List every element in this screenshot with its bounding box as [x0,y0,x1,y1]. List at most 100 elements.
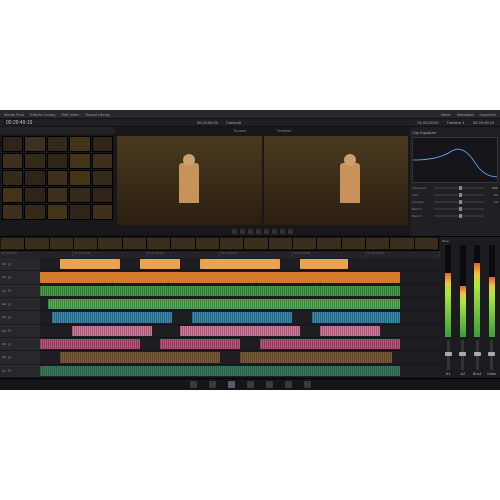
mute-icon[interactable] [8,276,11,279]
source-name: Cameo6 [226,120,241,125]
mute-icon[interactable] [8,316,11,319]
inspector-toggle[interactable]: Inspector [480,112,496,117]
clip-thumbnail[interactable] [24,136,45,152]
timeline-name[interactable]: Timeline 1 [447,120,465,125]
clip-thumbnail[interactable] [92,136,113,152]
stop-button[interactable] [248,229,253,234]
gain-slider[interactable] [434,194,484,196]
loop-button[interactable] [272,229,277,234]
eq-graph[interactable] [412,137,498,183]
eq-controls: Frequency1000 Gain0.0 Q Factor1.0 Band 2… [412,185,498,219]
clip-thumbnail[interactable] [69,204,90,220]
sound-toggle[interactable]: Sound Library [85,112,110,117]
clip-thumbnail[interactable] [47,187,68,203]
clip-thumbnail[interactable] [92,204,113,220]
clips-area[interactable] [40,258,440,378]
effects-toggle[interactable]: Effects Library [30,112,56,117]
band-slider[interactable] [434,215,484,217]
next-button[interactable] [264,229,269,234]
fairlight-page-icon[interactable] [285,381,292,388]
mute-icon[interactable] [8,263,11,266]
mute-icon[interactable] [8,343,11,346]
fader[interactable] [447,340,450,370]
play-reverse-button[interactable] [240,229,245,234]
upper-panels: Source Timeline Clip Equalizer [0,127,500,237]
mixer-toggle[interactable]: Mixer [441,112,451,117]
track-header-a1[interactable]: A1 [0,285,40,298]
fader[interactable] [490,340,493,370]
clip-thumbnail[interactable] [69,170,90,186]
clip-thumbnail[interactable] [47,204,68,220]
mute-icon[interactable] [8,289,11,292]
clip-thumbnail[interactable] [24,153,45,169]
clip-thumbnail[interactable] [24,170,45,186]
edit-page-icon[interactable] [228,381,235,388]
clip-thumbnail[interactable] [2,187,23,203]
clip-thumbnail[interactable] [24,204,45,220]
timeline-panel: 01:00:00:0001:05:00:0001:10:00:0001:15:0… [0,237,440,378]
clip-thumbnail[interactable] [69,153,90,169]
media-page-icon[interactable] [190,381,197,388]
track-header-v1[interactable]: V1 [0,271,40,284]
clip-thumbnail[interactable] [47,136,68,152]
freq-slider[interactable] [434,187,484,189]
fader[interactable] [461,340,464,370]
clip-thumbnail[interactable] [47,170,68,186]
mixer-channel[interactable]: Bus1 [471,245,484,376]
master-timecode: 00:29:49:19 [3,119,35,127]
inspector-panel: Clip Equalizer Frequency1000 Gain0.0 Q F… [410,127,500,236]
track-header-a4[interactable]: A4 [0,325,40,338]
track-header-a2[interactable]: A2 [0,298,40,311]
clip-thumbnail[interactable] [2,136,23,152]
band-label: Band 3 [412,214,432,218]
clip-thumbnail[interactable] [2,204,23,220]
video-editor-app: Media Pool Effects Library Edit Index So… [0,110,500,390]
pool-header [0,127,115,134]
mute-icon[interactable] [8,356,11,359]
mark-out-button[interactable] [288,229,293,234]
mediapool-toggle[interactable]: Media Pool [4,112,24,117]
timeline-viewer[interactable] [264,136,409,225]
clip-thumbnail[interactable] [69,187,90,203]
q-value: 1.0 [486,200,498,204]
clip-thumbnail[interactable] [92,187,113,203]
band-slider[interactable] [434,208,484,210]
fader[interactable] [476,340,479,370]
clip-thumbnail[interactable] [2,170,23,186]
clip-thumbnail[interactable] [69,136,90,152]
filmstrip[interactable] [0,237,440,251]
index-toggle[interactable]: Edit Index [62,112,80,117]
clip-thumbnail[interactable] [92,153,113,169]
color-page-icon[interactable] [266,381,273,388]
clip-thumbnail[interactable] [47,153,68,169]
mixer-channel[interactable]: A2 [457,245,470,376]
mark-in-button[interactable] [280,229,285,234]
viewer-area: Source Timeline [115,127,410,236]
play-button[interactable] [256,229,261,234]
audio-meters: A1 A2 Bus1 Main [442,245,498,376]
track-header-a3[interactable]: A3 [0,311,40,324]
track-header-a5[interactable]: A5 [0,338,40,351]
timecode-ruler[interactable]: 01:00:00:0001:05:00:0001:10:00:0001:15:0… [0,251,440,258]
source-viewer[interactable] [117,136,262,225]
clip-thumbnail[interactable] [24,187,45,203]
track-header-a6[interactable]: A6 [0,351,40,364]
prev-button[interactable] [232,229,237,234]
viewer-header: Source Timeline [115,127,410,134]
thumbnail-grid [0,134,115,236]
mute-icon[interactable] [8,369,11,372]
fusion-page-icon[interactable] [247,381,254,388]
track-header-a7[interactable]: A7 [0,365,40,378]
q-slider[interactable] [434,201,484,203]
mixer-channel[interactable]: Main [486,245,499,376]
clip-thumbnail[interactable] [2,153,23,169]
mute-icon[interactable] [8,329,11,332]
cut-page-icon[interactable] [209,381,216,388]
source-tc: 00:00:00:00 [197,120,218,125]
deliver-page-icon[interactable] [304,381,311,388]
mixer-channel[interactable]: A1 [442,245,455,376]
metadata-toggle[interactable]: Metadata [457,112,474,117]
clip-thumbnail[interactable] [92,170,113,186]
track-header-v2[interactable]: V2 [0,258,40,271]
mute-icon[interactable] [8,303,11,306]
